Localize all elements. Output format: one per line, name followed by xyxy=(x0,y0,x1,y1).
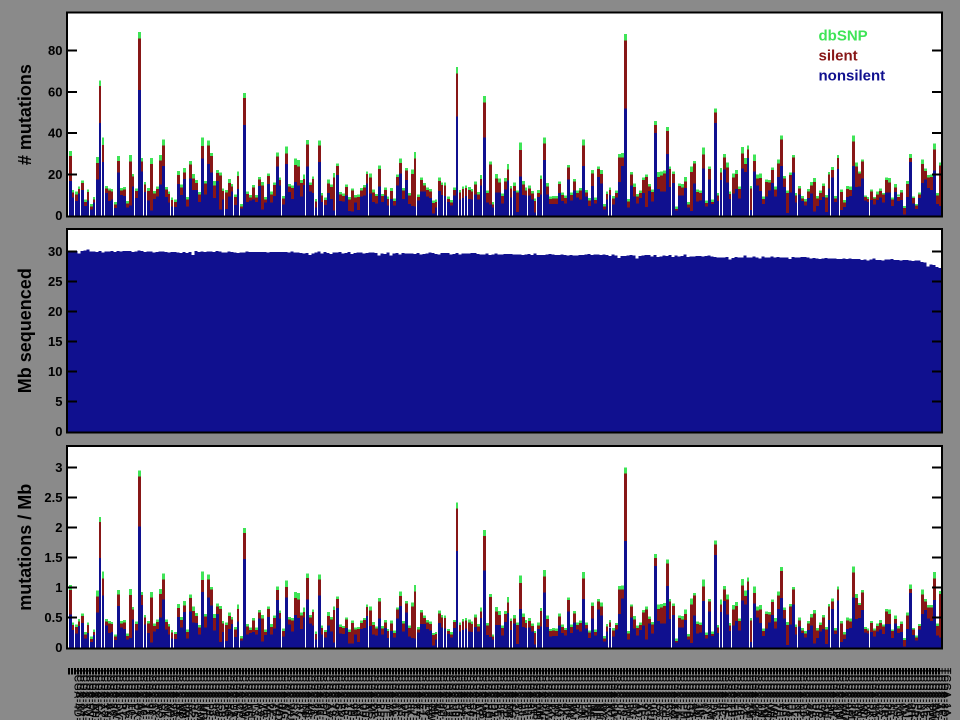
svg-text:5: 5 xyxy=(55,394,62,409)
svg-text:25: 25 xyxy=(48,274,62,289)
svg-text:1.5: 1.5 xyxy=(44,550,62,565)
svg-text:nonsilent: nonsilent xyxy=(819,68,886,85)
svg-text:dbSNP: dbSNP xyxy=(819,28,868,45)
svg-text:2.5: 2.5 xyxy=(44,490,62,505)
svg-text:20: 20 xyxy=(48,304,62,319)
svg-text:# mutations: # mutations xyxy=(15,64,35,165)
svg-text:40: 40 xyxy=(48,126,62,141)
svg-text:TCGA-1A-3293-03A-07D-0128-08: TCGA-1A-3293-03A-07D-0128-08 xyxy=(941,668,952,720)
svg-text:silent: silent xyxy=(819,48,858,65)
svg-text:0: 0 xyxy=(55,424,62,439)
svg-text:15: 15 xyxy=(48,334,62,349)
svg-text:60: 60 xyxy=(48,84,62,99)
svg-text:3: 3 xyxy=(55,460,62,475)
svg-text:2: 2 xyxy=(55,520,62,535)
svg-text:20: 20 xyxy=(48,167,62,182)
svg-text:Mb sequenced: Mb sequenced xyxy=(15,268,35,393)
svg-text:80: 80 xyxy=(48,43,62,58)
svg-text:0: 0 xyxy=(55,208,62,223)
svg-text:mutations / Mb: mutations / Mb xyxy=(15,484,35,611)
svg-text:1: 1 xyxy=(55,580,62,595)
svg-text:0.5: 0.5 xyxy=(44,610,62,625)
svg-text:0: 0 xyxy=(55,640,62,655)
svg-text:30: 30 xyxy=(48,244,62,259)
svg-text:10: 10 xyxy=(48,364,62,379)
